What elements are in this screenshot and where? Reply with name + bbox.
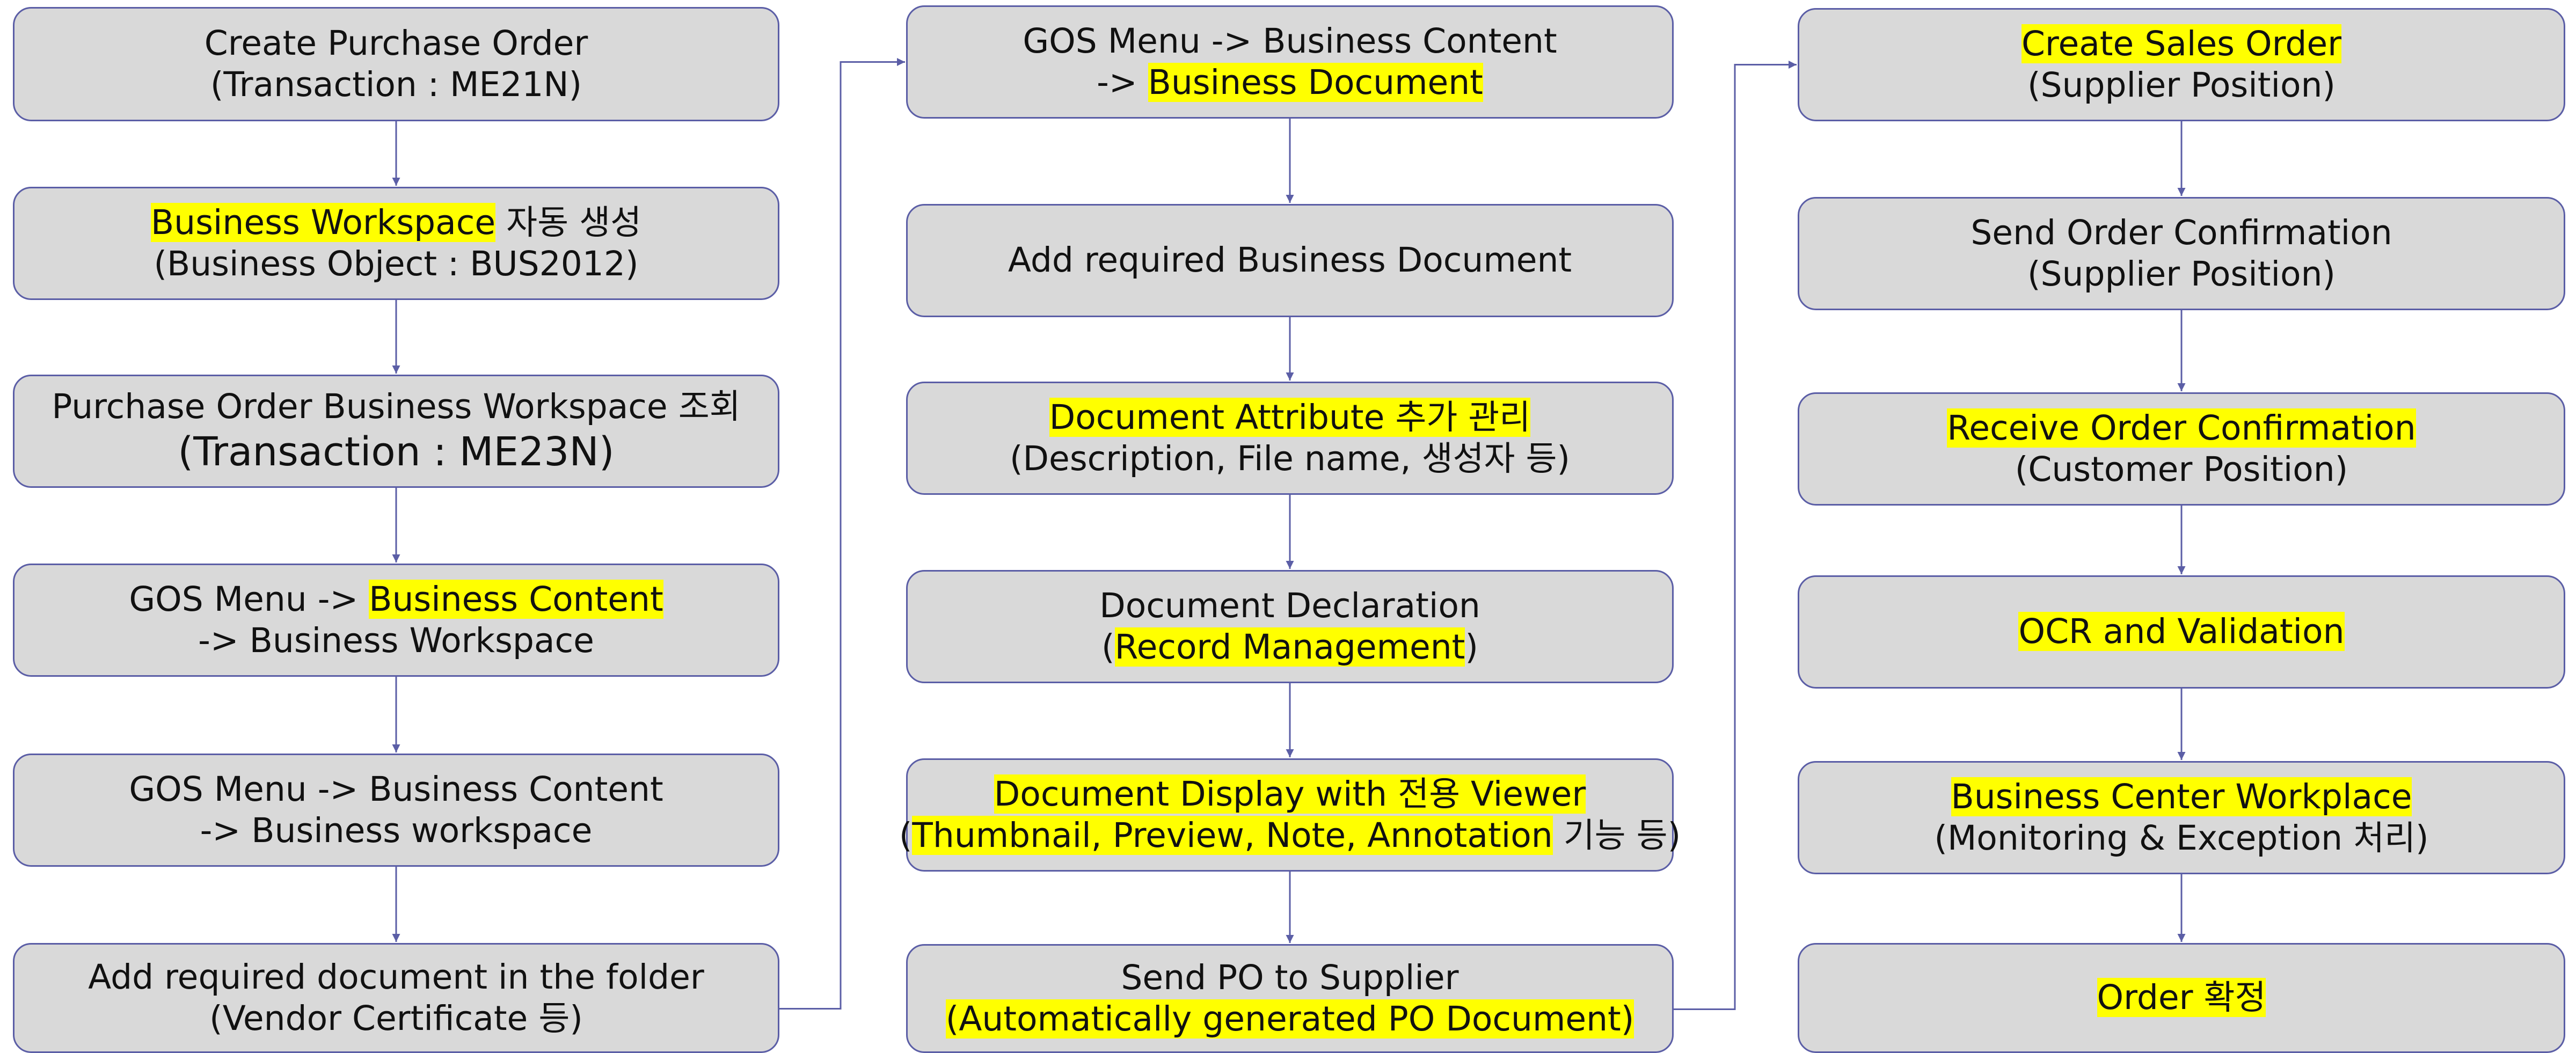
step-text-line: Document Attribute 추가 관리: [1049, 397, 1531, 438]
connectors: [392, 58, 2186, 1010]
highlighted-text: Document Attribute 추가 관리: [1049, 397, 1531, 437]
step-text: ->: [1097, 62, 1148, 102]
step-text-line: (Monitoring & Exception 처리): [1934, 818, 2428, 859]
step-text-line: (Record Management): [1101, 627, 1478, 668]
step-text-line: (Transaction : ME21N): [210, 64, 582, 106]
step-text-line: (Supplier Position): [2027, 254, 2336, 295]
step-text: Create Purchase Order: [204, 23, 588, 63]
step-text: (Customer Position): [2015, 449, 2348, 489]
step-text-line: (Transaction : ME23N): [178, 428, 614, 476]
step-text-line: Business Center Workplace: [1951, 777, 2412, 818]
step-text-line: GOS Menu -> Business Content: [129, 579, 663, 620]
step-text: (Transaction : ME21N): [210, 64, 582, 104]
step-text-line: -> Business workspace: [200, 810, 593, 852]
step-text-line: Document Declaration: [1099, 586, 1480, 627]
step-text: Send PO to Supplier: [1121, 957, 1459, 997]
flow-step-box: Document Display with 전용 Viewer (Thumbnai…: [899, 758, 1681, 872]
flow-step-box: Create Purchase Order (Transaction : ME21…: [13, 7, 779, 121]
step-text: 자동 생성: [495, 202, 642, 242]
step-text-line: GOS Menu -> Business Content: [129, 769, 663, 810]
step-text: (: [899, 815, 913, 855]
step-text: ): [1465, 627, 1478, 667]
step-text-line: (Business Object : BUS2012): [154, 244, 638, 285]
flow-step-box: Business Workspace 자동 생성 (Business Object…: [13, 187, 779, 300]
flow-step-box: GOS Menu -> Business Content -> Business …: [13, 754, 779, 867]
step-text: (Supplier Position): [2027, 254, 2336, 294]
step-text-line: Document Display with 전용 Viewer: [994, 774, 1586, 815]
step-text-line: Purchase Order Business Workspace 조회: [52, 386, 740, 428]
highlighted-text: Order 확정: [2097, 978, 2266, 1018]
step-text: GOS Menu -> Business Content: [129, 769, 663, 809]
column-link-arrow: [779, 58, 905, 1010]
highlighted-text: (Automatically generated PO Document): [945, 999, 1634, 1039]
flow-step-box: Document Declaration (Record Management): [906, 570, 1674, 683]
step-text-line: (Thumbnail, Preview, Note, Annotation 기능…: [899, 815, 1681, 857]
step-text: (Description, File name, 생성자 등): [1009, 438, 1571, 478]
highlighted-text: OCR and Validation: [2018, 612, 2345, 652]
flow-step-box: Send PO to Supplier (Automatically genera…: [906, 944, 1674, 1053]
step-text: Add required Business Document: [1008, 240, 1572, 280]
step-text: 기능 등): [1552, 815, 1681, 855]
flow-step-box: Business Center Workplace (Monitoring & E…: [1798, 761, 2565, 874]
step-text-line: -> Business Workspace: [198, 620, 594, 662]
step-text: (Business Object : BUS2012): [154, 244, 639, 283]
flow-step-box: Receive Order Confirmation (Customer Posi…: [1798, 392, 2565, 506]
step-text: (Transaction : ME23N): [178, 428, 615, 475]
flow-step-box: Order 확정: [1798, 943, 2565, 1053]
step-text-line: (Automatically generated PO Document): [945, 999, 1634, 1040]
step-text: GOS Menu ->: [129, 579, 369, 619]
step-text-line: Send Order Confirmation: [1971, 213, 2392, 254]
flow-step-box: GOS Menu -> Business Content -> Business …: [13, 564, 779, 677]
highlighted-text: Document Display with 전용 Viewer: [994, 774, 1586, 814]
highlighted-text: Business Content: [369, 579, 663, 619]
step-text-line: Business Workspace 자동 생성: [150, 202, 642, 244]
step-text: Document Declaration: [1099, 586, 1480, 625]
flow-step-box: Purchase Order Business Workspace 조회 (Tra…: [13, 375, 779, 488]
step-text-line: Send PO to Supplier: [1121, 957, 1458, 999]
flow-step-box: OCR and Validation: [1798, 575, 2565, 689]
highlighted-text: Business Center Workplace: [1951, 777, 2412, 816]
step-text-line: Receive Order Confirmation: [1947, 408, 2416, 449]
step-text: (: [1101, 627, 1115, 667]
step-text-line: -> Business Document: [1097, 62, 1483, 104]
flow-step-box: Send Order Confirmation (Supplier Positio…: [1798, 197, 2565, 310]
step-text-line: GOS Menu -> Business Content: [1023, 21, 1557, 62]
flow-step-box: Add required Business Document: [906, 204, 1674, 317]
step-text: (Monitoring & Exception 처리): [1934, 818, 2429, 858]
step-text-line: Create Purchase Order: [205, 23, 588, 64]
step-text: GOS Menu -> Business Content: [1023, 21, 1557, 61]
column-link-arrow: [1674, 61, 1797, 1010]
step-text: (Vendor Certificate 등): [209, 998, 583, 1038]
highlighted-text: Business Document: [1148, 62, 1483, 102]
highlighted-text: Record Management: [1114, 627, 1465, 667]
flow-step-box: GOS Menu -> Business Content -> Business …: [906, 5, 1674, 119]
step-text: -> Business Workspace: [198, 620, 594, 660]
highlighted-text: Business Workspace: [150, 202, 496, 242]
step-text-line: (Description, File name, 생성자 등): [1010, 438, 1570, 480]
step-text: Add required document in the folder: [88, 957, 704, 997]
flow-step-box: Create Sales Order (Supplier Position): [1798, 8, 2565, 121]
step-text: Purchase Order Business Workspace 조회: [52, 386, 741, 426]
step-text-line: (Supplier Position): [2027, 65, 2336, 106]
flow-step-box: Document Attribute 추가 관리 (Description, Fi…: [906, 382, 1674, 495]
step-text: -> Business workspace: [200, 810, 593, 850]
step-text-line: Order 확정: [2097, 977, 2266, 1019]
highlighted-text: Receive Order Confirmation: [1947, 408, 2416, 448]
highlighted-text: Create Sales Order: [2021, 24, 2342, 63]
highlighted-text: Thumbnail, Preview, Note, Annotation: [912, 815, 1553, 855]
step-text-line: (Vendor Certificate 등): [209, 998, 583, 1040]
step-text-line: Add required Business Document: [1008, 240, 1572, 281]
step-text-line: (Customer Position): [2015, 449, 2348, 491]
step-text-line: OCR and Validation: [2018, 611, 2345, 653]
flow-step-box: Add required document in the folder (Vend…: [13, 943, 779, 1053]
step-text: Send Order Confirmation: [1971, 213, 2392, 252]
step-text: (Supplier Position): [2027, 65, 2336, 105]
step-text-line: Add required document in the folder: [88, 957, 704, 998]
step-text-line: Create Sales Order: [2021, 24, 2342, 65]
